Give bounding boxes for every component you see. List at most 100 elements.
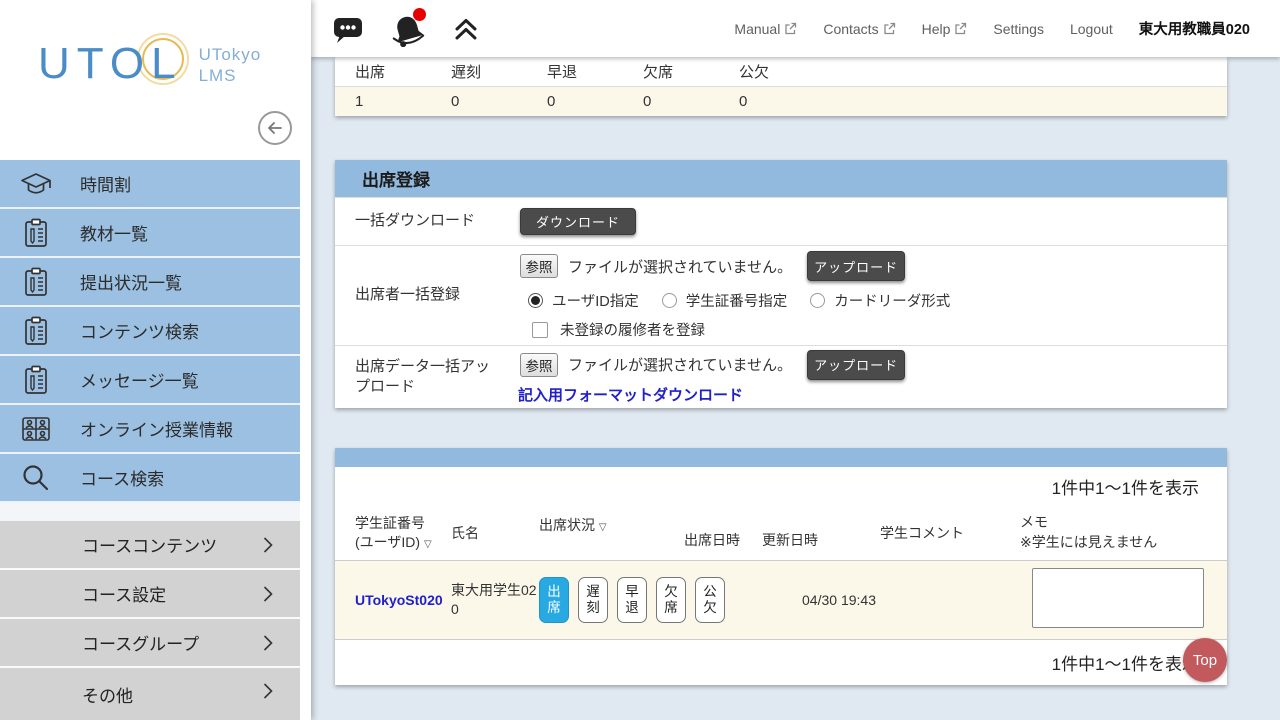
summary-header: 遅刻 [451,57,547,86]
format-download-link[interactable]: 記入用フォーマットダウンロード [518,384,905,405]
upload-button[interactable]: アップロード [807,251,905,281]
radio-student-card-number[interactable] [662,293,677,308]
attendance-summary-table: 出席 遅刻 早退 欠席 公欠 1 0 0 0 0 [335,57,1227,116]
sort-icon: ▽ [599,522,607,533]
field-label: 出席データ一括アップロード [335,346,503,408]
page: UTOL UTokyo LMS 時間割 [0,0,1280,720]
radio-user-id[interactable] [528,293,543,308]
display-count-bottom: 1件中1〜1件を表示 [335,640,1227,685]
collapse-topbar-button[interactable] [453,16,479,42]
records-header-row: 学生証番号 (ユーザID) ▽ 氏名 出席状況 ▽ 出席日時 更新日時 学生コメ… [335,505,1227,561]
summary-header: 公欠 [739,57,835,86]
status-button-present[interactable]: 出席 [539,577,569,623]
notification-dot [413,8,426,21]
sidebar-item-label: 時間割 [80,171,131,196]
arrow-left-icon [265,118,285,138]
chevron-right-icon [262,682,274,700]
sidebar-item-submission-status[interactable]: 提出状況一覧 [0,258,300,307]
status-button-group: 出席 遅刻 早退 欠席 公欠 [539,577,729,623]
sidebar-item-label: 教材一覧 [80,220,148,245]
settings-link[interactable]: Settings [993,21,1044,37]
student-id-link[interactable]: UTokyoSt020 [355,592,451,608]
search-icon [16,462,56,494]
attendance-register-section: 出席登録 一括ダウンロード ダウンロード 出席者一括登録 参照 ファイルが選択さ… [335,160,1227,408]
current-user-name[interactable]: 東大用教職員020 [1139,18,1250,39]
sidebar-item-message-list[interactable]: メッセージ一覧 [0,356,300,405]
student-name: 東大用学生020 [451,581,539,619]
help-link[interactable]: Help [922,21,968,37]
summary-value: 0 [451,87,547,116]
column-header-status[interactable]: 出席状況 ▽ [539,505,684,535]
summary-value: 0 [643,87,739,116]
summary-value-row: 1 0 0 0 0 [335,86,1227,116]
scroll-to-top-button[interactable]: Top [1183,638,1227,682]
contacts-link[interactable]: Contacts [823,21,895,37]
radio-card-reader-format[interactable] [810,293,825,308]
status-button-late[interactable]: 遅刻 [578,577,608,623]
messages-button[interactable] [333,15,363,43]
summary-header-row: 出席 遅刻 早退 欠席 公欠 [335,57,1227,86]
clipboard-icon [16,364,56,396]
attendance-records-section: 1件中1〜1件を表示 学生証番号 (ユーザID) ▽ 氏名 出席状況 ▽ 出席日… [335,448,1227,685]
browse-file-button[interactable]: 参照 [520,254,558,278]
column-header-student-comment: 学生コメント [880,523,980,543]
clipboard-icon [16,217,56,249]
column-header-attendance-time: 出席日時 [684,530,762,560]
logo-text: UTOL [38,42,183,86]
sidebar-item-course-search[interactable]: コース検索 [0,454,300,503]
chat-bubble-icon [333,15,363,43]
file-status-text: ファイルが選択されていません。 [568,256,792,277]
sidebar-item-online-class-info[interactable]: オンライン授業情報 [0,405,300,454]
clipboard-icon [16,266,56,298]
topbar: Manual Contacts Help Settings Logout 東大用… [311,0,1280,57]
sidebar-item-others[interactable]: その他 [0,668,300,720]
double-chevron-up-icon [453,16,479,42]
status-button-excused-absence[interactable]: 公欠 [695,577,725,623]
external-link-icon [883,22,896,35]
student-record-row: UTokyoSt020 東大用学生020 出席 遅刻 早退 欠席 公欠 04/3… [335,561,1227,640]
logout-link[interactable]: Logout [1070,21,1113,37]
sidebar-item-course-contents[interactable]: コースコンテンツ [0,521,300,570]
column-header-update-time: 更新日時 [762,530,832,560]
sidebar-collapse-button[interactable] [258,111,292,145]
sidebar-item-label: コースコンテンツ [82,532,217,557]
chevron-right-icon [262,634,274,652]
sidebar-item-timetable[interactable]: 時間割 [0,160,300,209]
sidebar-item-course-group[interactable]: コースグループ [0,619,300,668]
manual-link[interactable]: Manual [734,21,797,37]
external-link-icon [784,22,797,35]
main-content: 出席 遅刻 早退 欠席 公欠 1 0 0 0 0 出席登録 一括ダウンロード ダ… [311,57,1280,720]
sidebar-item-label: 提出状況一覧 [80,269,182,294]
upload-button[interactable]: アップロード [807,350,905,380]
sort-icon: ▽ [424,539,432,550]
external-link-icon [954,22,967,35]
logo-subtitle: UTokyo LMS [199,44,262,87]
column-header-memo: メモ ※学生には見えません [1020,513,1192,552]
download-button[interactable]: ダウンロード [520,208,636,235]
bulk-download-row: 一括ダウンロード ダウンロード [335,197,1227,245]
notifications-button[interactable] [389,11,427,47]
utol-logo: UTOL UTokyo LMS [38,42,261,87]
memo-textarea[interactable] [1032,568,1204,628]
chevron-right-icon [262,585,274,603]
column-header-student-id[interactable]: 学生証番号 (ユーザID) ▽ [355,514,451,552]
register-unenrolled-checkbox[interactable] [532,322,548,338]
sidebar-divider [0,503,300,521]
status-button-early-leave[interactable]: 早退 [617,577,647,623]
sidebar-item-course-settings[interactable]: コース設定 [0,570,300,619]
sidebar-menu: 時間割 教材一覧 提出状況一覧 コンテンツ検索 [0,160,300,720]
summary-value: 0 [739,87,835,116]
summary-value: 1 [355,87,451,116]
sidebar-item-materials[interactable]: 教材一覧 [0,209,300,258]
logo-area: UTOL UTokyo LMS [0,0,311,160]
summary-header: 出席 [355,57,451,86]
status-button-absent[interactable]: 欠席 [656,577,686,623]
sidebar-item-label: コース検索 [80,465,164,490]
summary-header: 欠席 [643,57,739,86]
attendance-data-upload-row: 出席データ一括アップロード 参照 ファイルが選択されていません。 アップロード … [335,345,1227,408]
update-time-value: 04/30 19:43 [769,592,909,608]
sidebar-item-content-search[interactable]: コンテンツ検索 [0,307,300,356]
browse-file-button[interactable]: 参照 [520,353,558,377]
records-header-bar [335,448,1227,467]
online-class-grid-icon [16,414,56,444]
